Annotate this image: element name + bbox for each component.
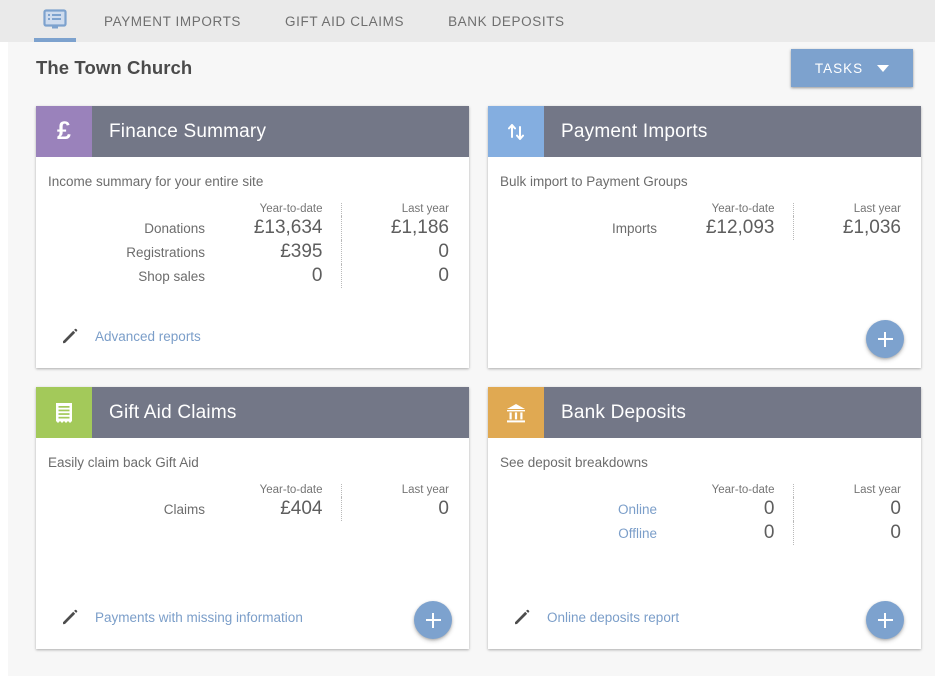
pound-icon: £: [36, 106, 92, 157]
row-value-last-year: 0: [792, 521, 901, 545]
table-row: Donations £13,634 £1,186: [48, 216, 449, 240]
row-value-ytd: £395: [280, 241, 323, 262]
pencil-icon: [63, 609, 78, 625]
row-value-last-year: £1,186: [340, 216, 449, 240]
column-header-ytd: Year-to-date: [259, 484, 323, 496]
sort-arrows-icon: [488, 106, 544, 157]
table-header-row: Year-to-date Last year: [48, 203, 449, 216]
dashboard-content: £ Finance Summary Income summary for you…: [0, 94, 935, 676]
row-label-online[interactable]: Online: [500, 497, 675, 521]
chevron-down-icon: [877, 64, 890, 72]
link-label: Advanced reports: [95, 329, 201, 344]
tab-label: BANK DEPOSITS: [448, 13, 565, 29]
pencil-icon: [515, 609, 530, 625]
card-header: Gift Aid Claims: [36, 387, 469, 438]
row-value-ytd: £12,093: [705, 217, 775, 238]
card-payment-imports: Payment Imports Bulk import to Payment G…: [488, 106, 921, 368]
row-value-ytd: £13,634: [253, 217, 323, 238]
row-value-ytd: 0: [763, 522, 775, 543]
card-body: Income summary for your entire site Year…: [36, 157, 469, 368]
row-label: Imports: [611, 220, 657, 236]
tab-label: PAYMENT IMPORTS: [104, 13, 242, 29]
column-header-last-year: Last year: [340, 484, 449, 497]
top-tab-bar: PAYMENT IMPORTS GIFT AID CLAIMS BANK DEP…: [0, 0, 935, 42]
stats-table: Year-to-date Last year Imports £12,093 £…: [500, 203, 901, 240]
row-value-ytd: £404: [280, 498, 323, 519]
column-header-last-year: Last year: [792, 484, 901, 497]
card-gift-aid-claims: Gift Aid Claims Easily claim back Gift A…: [36, 387, 469, 649]
row-label: Registrations: [126, 244, 205, 260]
stats-table: Year-to-date Last year Online 0 0 Offlin…: [500, 484, 901, 545]
card-header: Payment Imports: [488, 106, 921, 157]
bank-icon: [488, 387, 544, 438]
advanced-reports-link[interactable]: Advanced reports: [60, 327, 201, 346]
row-value-last-year: £1,036: [792, 216, 901, 240]
receipt-icon: [36, 387, 92, 438]
stats-table: Year-to-date Last year Donations £13,634…: [48, 203, 449, 288]
card-subtitle: Income summary for your entire site: [48, 174, 264, 189]
add-bank-deposit-button[interactable]: [866, 601, 904, 639]
column-header-ytd: Year-to-date: [711, 484, 775, 496]
card-title: Payment Imports: [561, 120, 708, 142]
table-row: Online 0 0: [500, 497, 901, 521]
add-payment-import-button[interactable]: [866, 320, 904, 358]
table-header-row: Year-to-date Last year: [500, 203, 901, 216]
table-row: Imports £12,093 £1,036: [500, 216, 901, 240]
table-header-row: Year-to-date Last year: [48, 484, 449, 497]
online-deposits-report-link[interactable]: Online deposits report: [512, 608, 679, 627]
table-row: Claims £404 0: [48, 497, 449, 521]
tab-bank-deposits[interactable]: BANK DEPOSITS: [426, 0, 587, 42]
page-title: The Town Church: [36, 57, 193, 78]
row-value-last-year: 0: [340, 497, 449, 521]
row-value-ytd: 0: [763, 498, 775, 519]
column-header-ytd: Year-to-date: [259, 203, 323, 215]
card-grid: £ Finance Summary Income summary for you…: [36, 106, 921, 649]
tasks-button[interactable]: TASKS: [791, 49, 913, 87]
dashboard-icon: [42, 9, 68, 33]
pencil-icon: [63, 328, 78, 344]
link-label: Payments with missing information: [95, 610, 303, 625]
column-header-last-year: Last year: [340, 203, 449, 216]
row-value-last-year: 0: [340, 240, 449, 264]
card-subtitle: Easily claim back Gift Aid: [48, 455, 199, 470]
table-row: Offline 0 0: [500, 521, 901, 545]
table-row: Registrations £395 0: [48, 240, 449, 264]
link-label: Online deposits report: [547, 610, 680, 625]
card-title: Bank Deposits: [561, 401, 687, 423]
card-header: Bank Deposits: [488, 387, 921, 438]
tab-label: GIFT AID CLAIMS: [285, 13, 405, 29]
card-body: Bulk import to Payment Groups Year-to-da…: [488, 157, 921, 368]
row-value-last-year: 0: [340, 264, 449, 288]
row-value-ytd: 0: [311, 265, 323, 286]
add-gift-aid-claim-button[interactable]: [414, 601, 452, 639]
card-body: See deposit breakdowns Year-to-date Last…: [488, 438, 921, 649]
card-subtitle: See deposit breakdowns: [500, 455, 648, 470]
card-body: Easily claim back Gift Aid Year-to-date …: [36, 438, 469, 649]
card-title: Finance Summary: [109, 120, 267, 142]
tasks-button-label: TASKS: [814, 60, 864, 76]
table-header-row: Year-to-date Last year: [500, 484, 901, 497]
tab-gift-aid-claims[interactable]: GIFT AID CLAIMS: [263, 0, 426, 42]
row-label-offline[interactable]: Offline: [500, 521, 675, 545]
row-label: Shop sales: [138, 268, 205, 284]
card-bank-deposits: Bank Deposits See deposit breakdowns Yea…: [488, 387, 921, 649]
column-header-ytd: Year-to-date: [711, 203, 775, 215]
row-value-last-year: 0: [792, 497, 901, 521]
card-header: £ Finance Summary: [36, 106, 469, 157]
card-title: Gift Aid Claims: [109, 401, 237, 423]
stats-table: Year-to-date Last year Claims £404 0: [48, 484, 449, 521]
tab-dashboard[interactable]: [28, 0, 82, 42]
column-header-last-year: Last year: [792, 203, 901, 216]
tab-payment-imports[interactable]: PAYMENT IMPORTS: [82, 0, 263, 42]
row-label: Donations: [144, 220, 205, 236]
table-row: Shop sales 0 0: [48, 264, 449, 288]
card-finance-summary: £ Finance Summary Income summary for you…: [36, 106, 469, 368]
payments-missing-information-link[interactable]: Payments with missing information: [60, 608, 303, 627]
row-label: Claims: [163, 501, 205, 517]
page-header: The Town Church TASKS: [0, 42, 935, 94]
card-subtitle: Bulk import to Payment Groups: [500, 174, 688, 189]
